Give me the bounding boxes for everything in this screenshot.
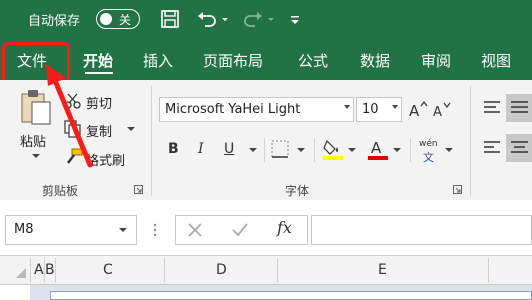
align-center-icon [511, 141, 528, 153]
select-all-icon[interactable] [14, 266, 28, 280]
fill-color-dropdown-icon[interactable] [347, 146, 357, 154]
copy-dropdown-icon[interactable] [126, 125, 136, 133]
font-size-select[interactable]: 10 [356, 97, 402, 122]
insert-function-button[interactable]: fx [277, 218, 292, 237]
column-header-row [0, 255, 532, 285]
chevron-down-icon [392, 105, 398, 109]
annotation-arrow [46, 64, 93, 168]
borders-icon[interactable] [270, 139, 292, 161]
tab-formulas[interactable]: 公式 [298, 50, 328, 71]
clipboard-launcher-icon[interactable] [134, 185, 144, 195]
customize-quick-access-icon[interactable] [289, 8, 303, 30]
svg-text:A: A [433, 105, 442, 120]
redo-icon[interactable] [242, 8, 264, 30]
increase-font-size-icon[interactable]: A [408, 100, 428, 120]
phonetic-char: 文 [423, 151, 434, 164]
redo-dropdown-icon[interactable] [266, 8, 276, 30]
underline-button[interactable]: U [224, 141, 234, 157]
undo-icon[interactable] [196, 8, 218, 30]
align-top-icon[interactable] [482, 98, 504, 118]
font-launcher-icon[interactable] [453, 185, 463, 195]
autosave-label: 自动保存 [28, 14, 81, 29]
group-divider [470, 86, 471, 196]
font-group-label: 字体 [285, 184, 310, 198]
borders-dropdown-icon[interactable] [296, 146, 306, 154]
divider [314, 138, 315, 162]
fill-color-swatch [323, 156, 343, 160]
tab-data[interactable]: 数据 [360, 50, 390, 71]
svg-text:A: A [409, 102, 420, 120]
name-box-value: M8 [14, 222, 34, 237]
column-header-a[interactable]: A [34, 262, 44, 278]
name-box-dropdown-icon[interactable] [118, 226, 128, 234]
column-header-c[interactable]: C [103, 262, 113, 278]
autosave-toggle[interactable]: 关 [96, 9, 140, 29]
font-color-icon[interactable]: A [366, 137, 390, 161]
undo-dropdown-icon[interactable] [220, 8, 230, 30]
toggle-knob [100, 13, 112, 25]
column-divider [488, 258, 489, 282]
phonetic-dropdown-icon[interactable] [444, 146, 454, 154]
column-divider [277, 258, 278, 282]
column-divider [30, 258, 31, 282]
font-color-dropdown-icon[interactable] [392, 146, 402, 154]
enter-icon[interactable] [231, 221, 249, 239]
bold-button[interactable]: B [168, 141, 179, 157]
tab-page-layout[interactable]: 页面布局 [203, 50, 263, 71]
align-center-button[interactable] [506, 134, 532, 162]
column-divider [55, 258, 56, 282]
divider [410, 138, 411, 162]
cancel-icon[interactable] [186, 221, 204, 239]
autosave-state: 关 [119, 13, 132, 27]
clipboard-group-label: 剪贴板 [42, 184, 79, 198]
chevron-down-icon [344, 105, 350, 109]
font-name-value: Microsoft YaHei Light [165, 102, 301, 117]
svg-text:A: A [371, 139, 382, 157]
column-divider [164, 258, 165, 282]
phonetic-button[interactable]: wén [419, 139, 438, 149]
font-name-select[interactable]: Microsoft YaHei Light [159, 97, 354, 122]
underline-dropdown-icon[interactable] [248, 146, 258, 154]
align-middle-icon [511, 101, 528, 113]
font-size-value: 10 [362, 102, 379, 117]
column-header-b[interactable]: B [45, 262, 55, 278]
fill-color-icon[interactable] [321, 137, 345, 161]
column-header-e[interactable]: E [378, 262, 387, 278]
font-color-swatch [368, 156, 388, 160]
tab-view[interactable]: 视图 [481, 50, 511, 71]
tab-review[interactable]: 审阅 [421, 50, 451, 71]
italic-button[interactable]: I [198, 141, 204, 157]
tab-insert[interactable]: 插入 [143, 50, 173, 71]
save-icon[interactable] [160, 8, 180, 30]
formula-input[interactable] [311, 215, 532, 245]
align-left-icon[interactable] [482, 138, 504, 158]
group-divider [151, 86, 152, 196]
divider [264, 138, 265, 162]
align-middle-button[interactable] [506, 94, 532, 122]
selected-cell-range[interactable] [50, 291, 532, 300]
decrease-font-size-icon[interactable]: A [432, 100, 452, 120]
column-header-d[interactable]: D [216, 262, 227, 278]
formula-bar-grip-icon [153, 223, 157, 237]
